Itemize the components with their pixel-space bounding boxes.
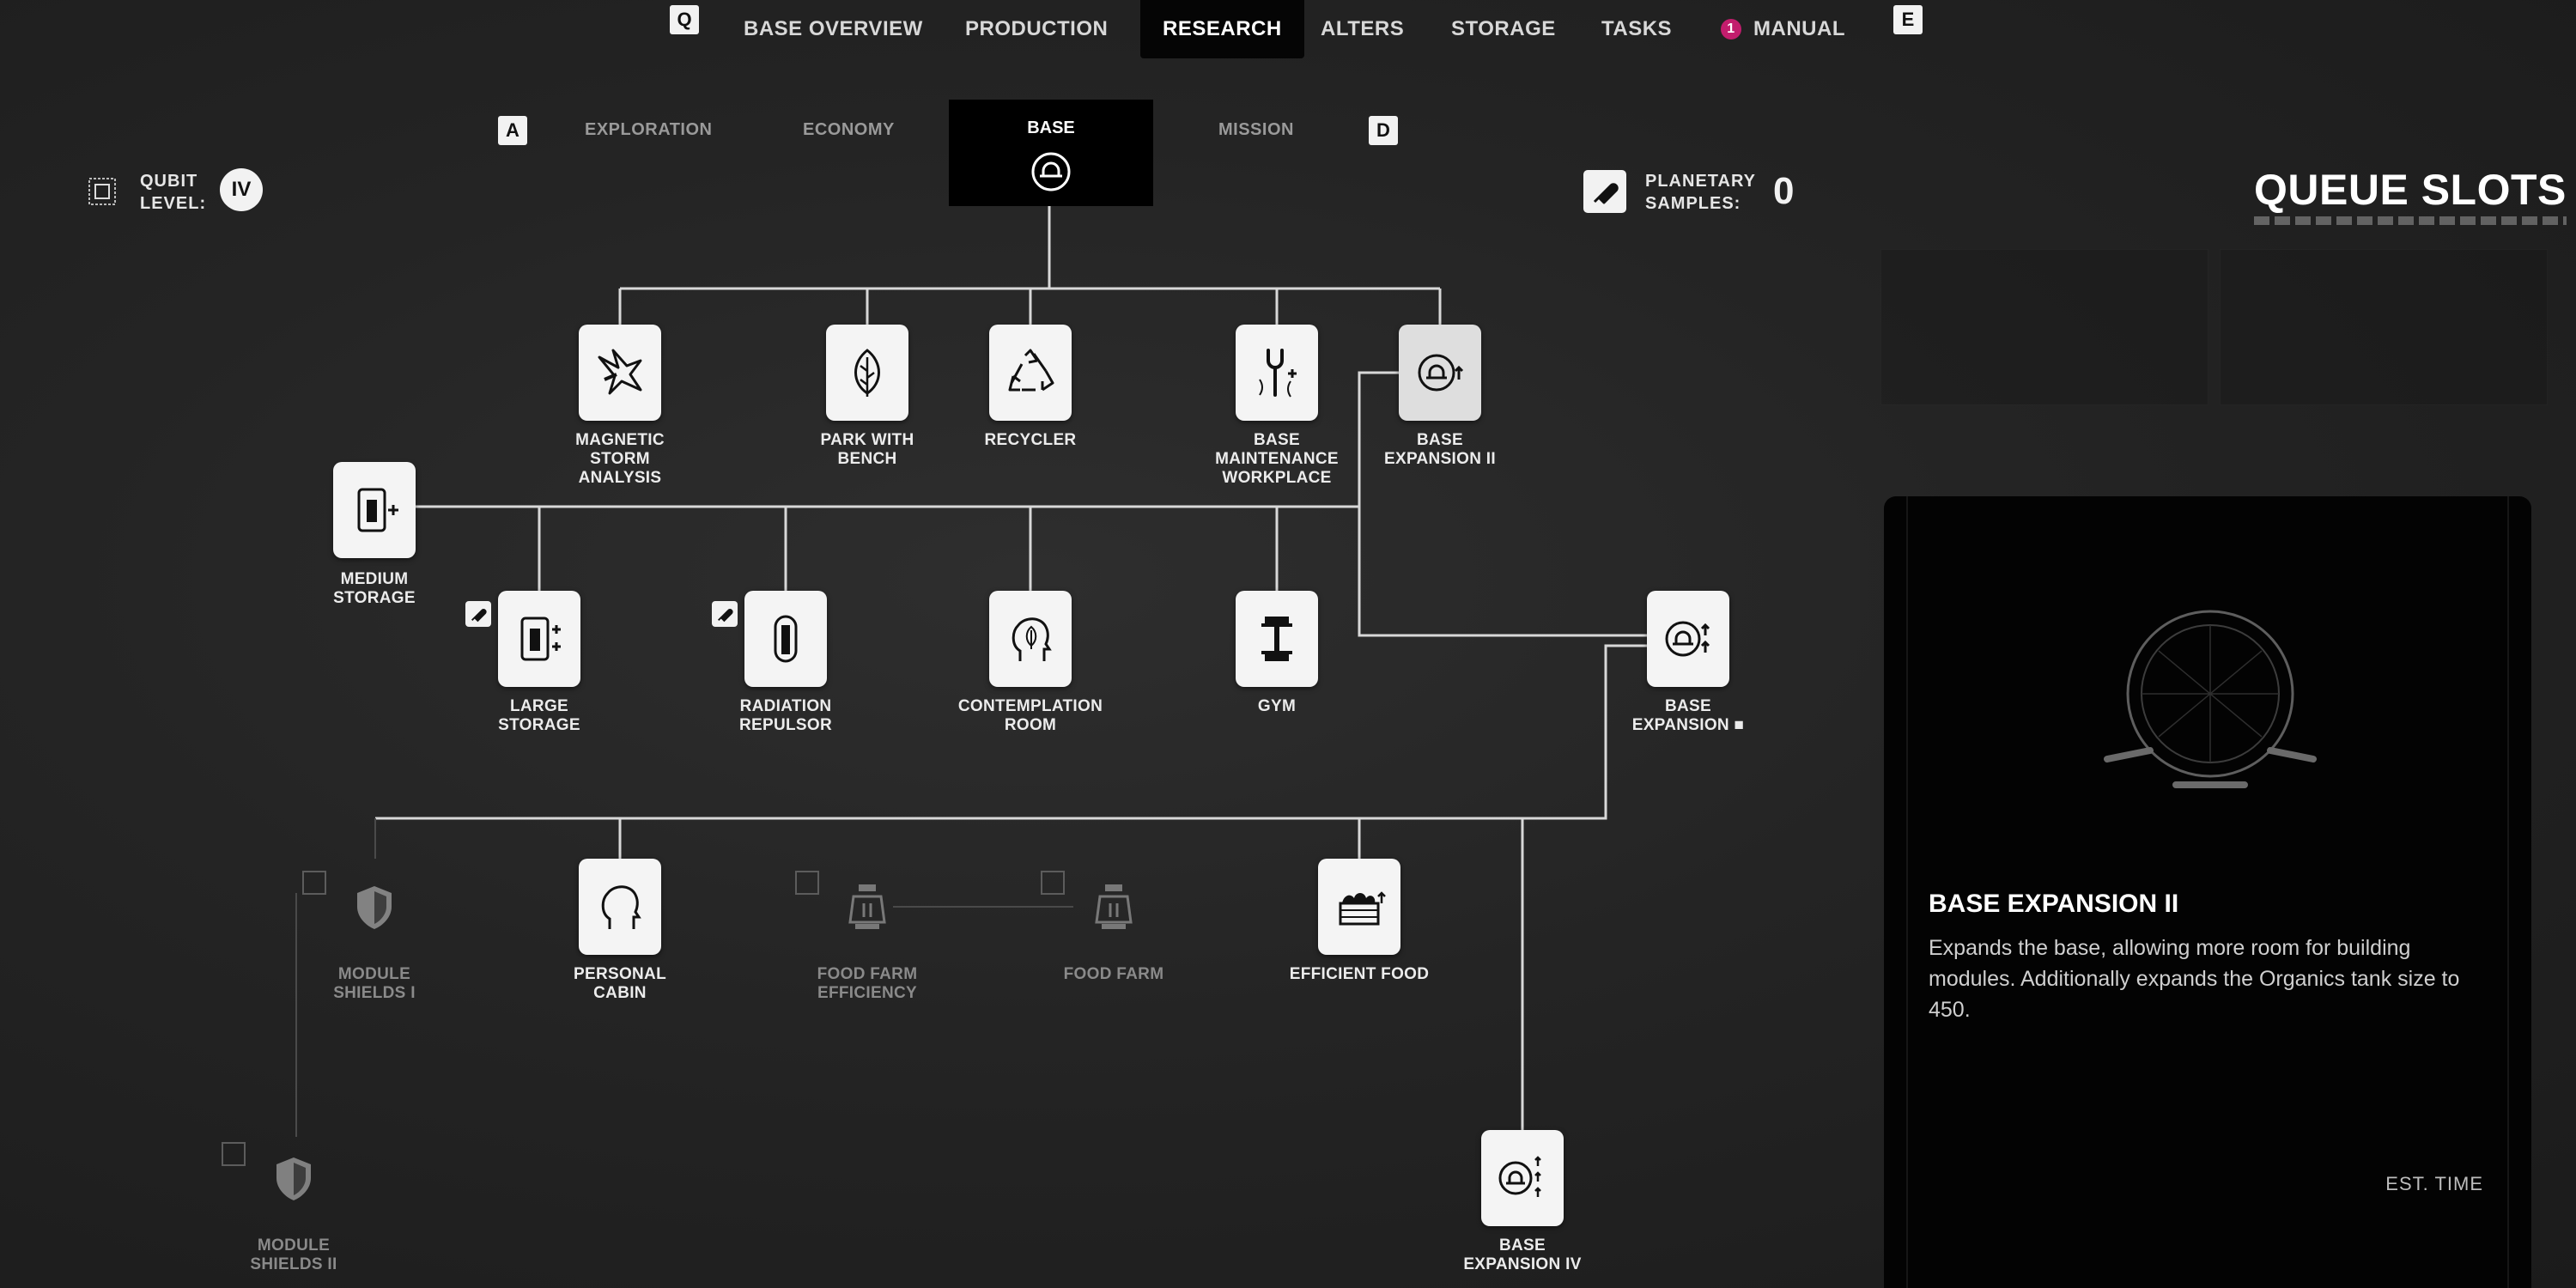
node-module-shields-ii[interactable] (252, 1130, 335, 1226)
node-label-maintenance: BASE MAINTENANCE WORKPLACE (1215, 431, 1339, 487)
locked-indicator (302, 871, 326, 895)
dumbbell-icon (1261, 617, 1292, 661)
node-recycler[interactable] (989, 325, 1072, 421)
panel-title: BASE EXPANSION II (1929, 890, 2179, 918)
node-label-gym: GYM (1257, 697, 1297, 715)
locked-indicator (1041, 871, 1065, 895)
node-base-expansion-ii[interactable] (1399, 325, 1481, 421)
locked-indicator (222, 1142, 246, 1166)
panel-est-time: EST. TIME (2385, 1173, 2483, 1194)
storage-plus-icon (520, 617, 561, 661)
node-label-shields1: MODULE SHIELDS I (333, 965, 416, 1002)
shield-icon (276, 1157, 311, 1200)
node-label-foodfarm: FOOD FARM (1063, 965, 1164, 983)
research-detail-panel: BASE EXPANSION II Expands the base, allo… (1884, 496, 2531, 1288)
node-label-expansion3: BASE EXPANSION ■ (1631, 697, 1745, 734)
locked-indicator (795, 871, 819, 895)
panel-description: Expands the base, allowing more room for… (1929, 936, 2460, 1022)
leaf-icon (854, 349, 880, 397)
base-expansion-icon (1665, 621, 1710, 657)
panel-edge-right (2507, 496, 2509, 1288)
base-expansion-icon (1498, 1156, 1541, 1197)
node-label-park: PARK WITH BENCH (820, 431, 914, 468)
wrench-icon (1259, 349, 1297, 398)
head-leaf-icon (1012, 617, 1052, 661)
storage-icon (357, 488, 398, 532)
food-crate-icon (1339, 891, 1386, 926)
node-label-efficient: EFFICIENT FOOD (1289, 965, 1430, 983)
sample-required-icon (465, 601, 491, 627)
sample-required-icon (712, 601, 738, 627)
node-magnetic-storm-analysis[interactable] (579, 325, 661, 421)
person-head-icon (601, 885, 641, 929)
node-medium-storage[interactable] (333, 462, 416, 558)
food-farm-icon (1095, 884, 1133, 929)
node-food-farm-efficiency[interactable] (826, 859, 908, 955)
node-personal-cabin[interactable] (579, 859, 661, 955)
food-farm-icon (848, 884, 886, 929)
repulsor-icon (774, 615, 798, 663)
node-label-contemplation: CONTEMPLATION ROOM (957, 697, 1103, 734)
node-base-expansion-iii[interactable] (1647, 591, 1729, 687)
base-expansion-icon (1418, 354, 1464, 392)
node-label-cabin: PERSONAL CABIN (574, 965, 666, 1002)
node-label-foodfarmeff: FOOD FARM EFFICIENCY (817, 965, 918, 1002)
node-label-medium: MEDIUM STORAGE (333, 570, 416, 607)
node-park-with-bench[interactable] (826, 325, 908, 421)
node-food-farm[interactable] (1072, 859, 1155, 955)
panel-edge-left (1906, 496, 1908, 1288)
node-radiation-repulsor[interactable] (744, 591, 827, 687)
node-label-expansion2: BASE EXPANSION II (1384, 431, 1496, 468)
recycle-icon (1008, 349, 1054, 392)
node-label-magnetic: MAGNETIC STORM ANALYSIS (575, 431, 665, 487)
node-label-large: LARGE STORAGE (498, 697, 580, 734)
node-label-recycler: RECYCLER (984, 431, 1077, 449)
node-base-maintenance-workplace[interactable] (1236, 325, 1318, 421)
node-module-shields-i[interactable] (333, 859, 416, 955)
node-label-radiation: RADIATION REPULSOR (739, 697, 832, 734)
magnetic-storm-icon (598, 349, 642, 395)
node-efficient-food[interactable] (1318, 859, 1400, 955)
node-label-expansion4: BASE EXPANSION IV (1463, 1236, 1582, 1273)
node-gym[interactable] (1236, 591, 1318, 687)
base-expansion-preview-icon (2104, 610, 2317, 788)
node-label-shields2: MODULE SHIELDS II (250, 1236, 337, 1273)
node-base-expansion-iv[interactable] (1481, 1130, 1564, 1226)
node-contemplation-room[interactable] (989, 591, 1072, 687)
node-large-storage[interactable] (498, 591, 580, 687)
shield-icon (357, 886, 392, 929)
